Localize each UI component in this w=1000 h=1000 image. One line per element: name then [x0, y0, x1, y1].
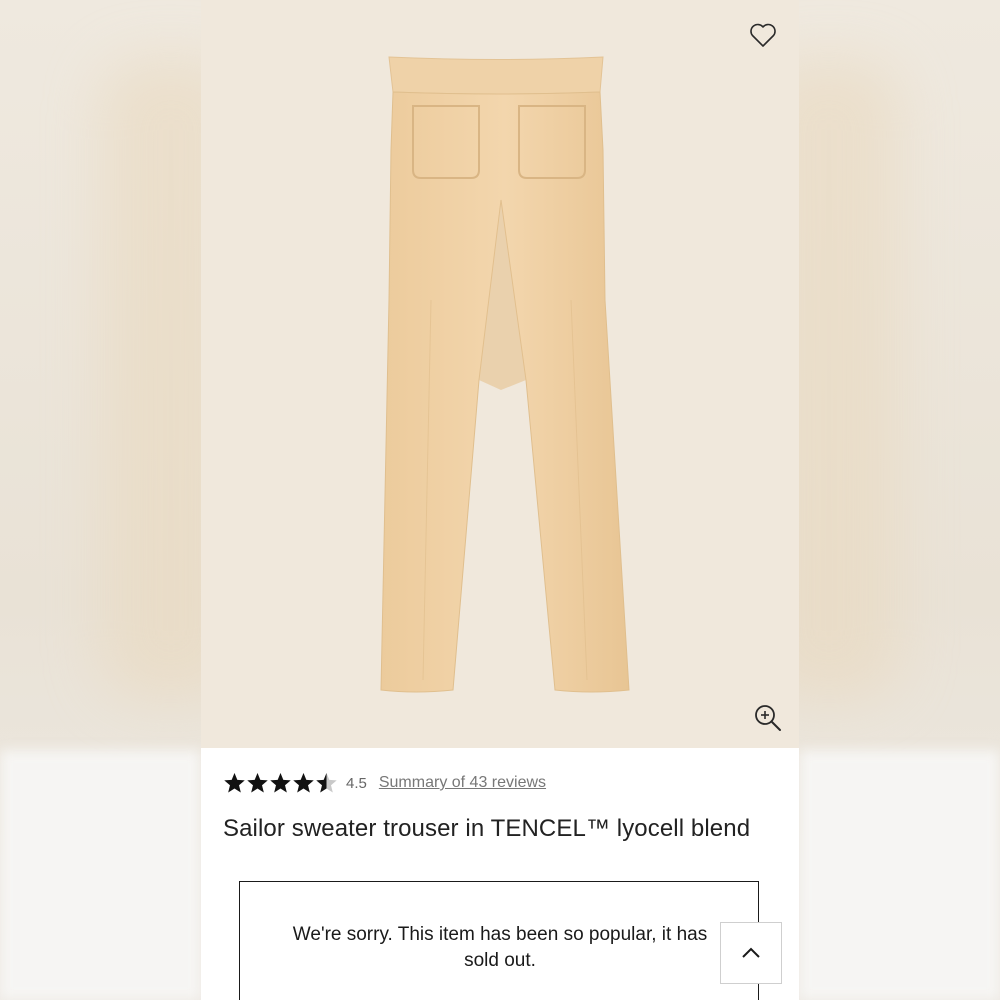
product-page: 4.5 Summary of 43 reviews Sailor sweater…: [201, 0, 799, 1000]
star-icon: [293, 773, 314, 793]
scroll-to-top-button[interactable]: [720, 922, 782, 984]
zoom-in-icon: [755, 705, 781, 731]
rating-row: 4.5 Summary of 43 reviews: [223, 770, 546, 796]
reviews-summary-link[interactable]: Summary of 43 reviews: [379, 774, 546, 792]
rating-value: 4.5: [346, 774, 367, 792]
star-icon: [316, 773, 337, 793]
zoom-button[interactable]: [752, 702, 784, 734]
product-title: Sailor sweater trouser in TENCEL™ lyocel…: [223, 815, 751, 842]
chevron-up-icon: [742, 947, 760, 958]
wishlist-button[interactable]: [748, 20, 778, 50]
trouser-illustration: [380, 56, 630, 693]
blurred-background-left: [0, 0, 241, 1000]
sold-out-notice: We're sorry. This item has been so popul…: [239, 881, 759, 1000]
star-icon: [270, 773, 291, 793]
sold-out-message: We're sorry. This item has been so popul…: [292, 924, 708, 971]
blurred-background-right: [759, 0, 1000, 1000]
star-rating: [223, 772, 338, 794]
product-image[interactable]: [201, 0, 799, 748]
star-icon: [247, 773, 268, 793]
heart-icon: [750, 23, 776, 47]
star-icon: [224, 773, 245, 793]
